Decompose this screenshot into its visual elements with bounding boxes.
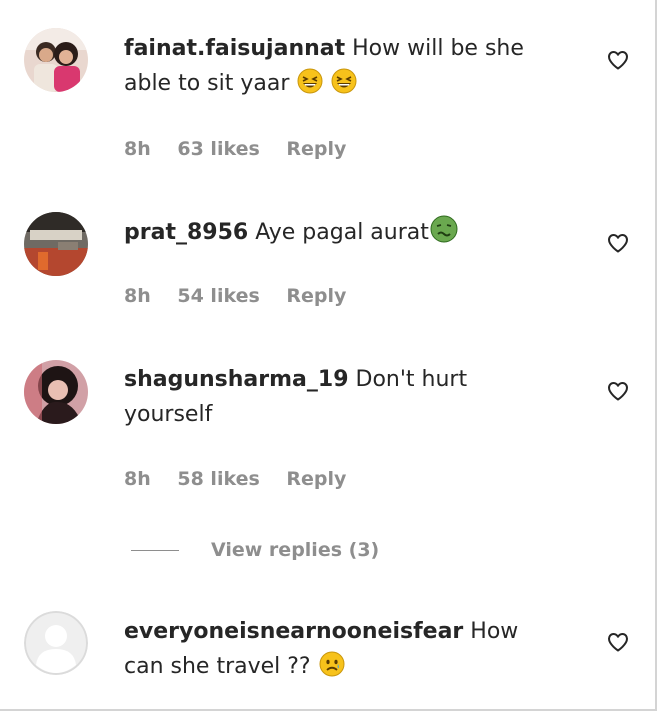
nauseated-face-icon [430,215,458,254]
divider [131,549,179,551]
comment-body: How will be she [352,36,524,61]
reply-button[interactable]: Reply [286,468,346,490]
comment-time: 8h [124,285,151,307]
avatar[interactable] [24,212,88,276]
comment-text: fainat.faisujannat How will be she able … [124,31,564,105]
heart-icon[interactable] [606,379,630,403]
heart-icon[interactable] [606,231,630,255]
view-replies-button[interactable]: View replies (3) [131,535,379,565]
comment-body: Don't hurt [355,367,468,392]
comment-meta: 8h 63 likes Reply [124,138,366,160]
reply-button[interactable]: Reply [286,285,346,307]
comment-text: prat_8956 Aye pagal aurat [124,215,564,254]
reply-button[interactable]: Reply [286,138,346,160]
sad-face-icon [319,651,345,688]
comment-time: 8h [124,468,151,490]
grinning-squinting-face-icon [331,68,357,105]
comment-likes[interactable]: 54 likes [177,285,259,307]
comment-text: everyoneisnearnooneisfear How can she tr… [124,614,564,688]
avatar[interactable] [24,611,88,675]
comment-meta: 8h 58 likes Reply [124,468,366,490]
comments-panel: fainat.faisujannat How will be she able … [0,0,657,711]
comment-likes[interactable]: 58 likes [177,468,259,490]
heart-icon[interactable] [606,48,630,72]
comment-body: How [470,619,519,644]
comment-username[interactable]: shagunsharma_19 [124,367,349,392]
avatar[interactable] [24,28,88,92]
grinning-squinting-face-icon [297,68,323,105]
comment-likes[interactable]: 63 likes [177,138,259,160]
avatar[interactable] [24,360,88,424]
comment-time: 8h [124,138,151,160]
comment-username[interactable]: prat_8956 [124,220,248,245]
heart-icon[interactable] [606,630,630,654]
comment-meta: 8h 54 likes Reply [124,285,366,307]
comment-body-continued: can she travel ?? [124,654,311,679]
view-replies-label: View replies (3) [211,539,380,561]
comment-body-continued: able to sit yaar [124,71,290,96]
comment-text: shagunsharma_19 Don't hurt yourself [124,362,564,432]
comment-username[interactable]: fainat.faisujannat [124,36,345,61]
comment-username[interactable]: everyoneisnearnooneisfear [124,619,463,644]
comment-body: Aye pagal aurat [255,220,429,245]
comment-body-continued: yourself [124,402,213,427]
